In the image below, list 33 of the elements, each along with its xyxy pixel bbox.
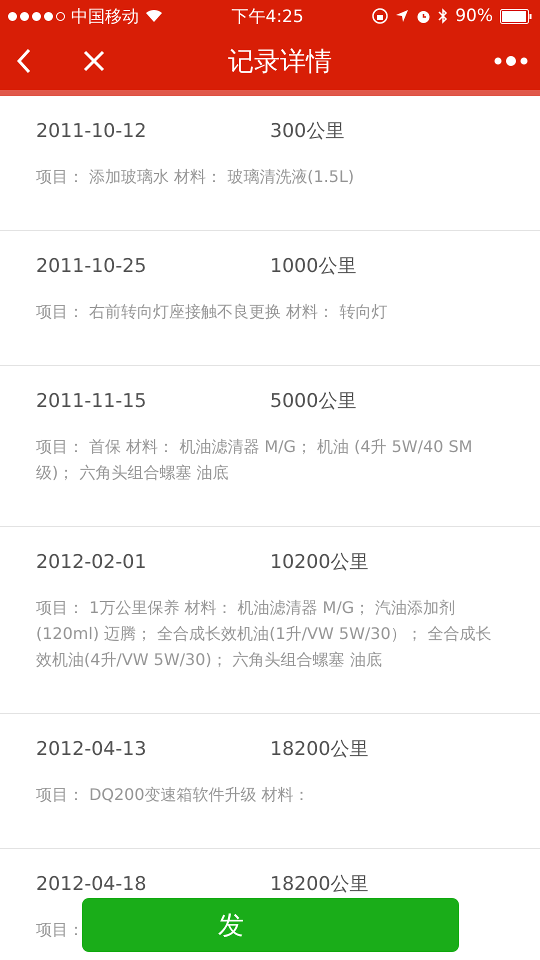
record-date: 2012-04-13	[36, 737, 148, 762]
record-date: 2011-10-25	[36, 254, 148, 279]
record-detail: 项目：	[36, 920, 84, 939]
record-mileage: 18200公里	[270, 872, 368, 897]
record-detail: 项目： DQ200变速箱软件升级 材料：	[36, 785, 310, 804]
submit-button[interactable]: 发	[82, 898, 459, 952]
rotation-lock-icon	[372, 8, 388, 24]
bluetooth-icon	[438, 8, 448, 24]
record-detail: 项目： 右前转向灯座接触不良更换 材料： 转向灯	[36, 302, 388, 321]
location-icon	[395, 9, 410, 23]
carrier-name: 中国移动	[71, 6, 139, 28]
record-mileage: 18200公里	[270, 737, 368, 762]
alarm-icon	[416, 8, 432, 24]
record-mileage: 5000公里	[270, 389, 356, 414]
back-icon	[17, 48, 31, 74]
page-title: 记录详情	[227, 46, 333, 78]
battery-icon	[500, 8, 532, 24]
record-mileage: 300公里	[270, 119, 344, 144]
record-date: 2011-10-12	[36, 119, 148, 144]
battery-percent: 90%	[455, 6, 493, 26]
record-date: 2011-11-15	[36, 389, 148, 414]
signal-icon	[8, 12, 65, 20]
record-date: 2012-04-18	[36, 872, 148, 897]
more-icon	[494, 55, 528, 67]
record-detail: 项目： 1万公里保养 材料： 机油滤清器 M/G； 汽油添加剂(120ml) 迈腾； 全合成长效机油(1升/VW 5W/30）； 全合成长效机油(4升/VW 5W/30)； 六角头组合螺塞 油底	[36, 598, 492, 669]
record-mileage: 10200公里	[270, 550, 368, 575]
record-detail: 项目： 添加玻璃水 材料： 玻璃清洗液(1.5L)	[36, 167, 354, 186]
record-detail: 项目： 首保 材料： 机油滤清器 M/G； 机油 (4升 5W/40 SM级)； 六角头组合螺塞 油底	[36, 437, 472, 482]
close-icon	[83, 50, 105, 72]
record-date: 2012-02-01	[36, 550, 148, 575]
wifi-icon	[145, 9, 163, 23]
status-time: 下午4:25	[232, 6, 304, 28]
record-mileage: 1000公里	[270, 254, 356, 279]
